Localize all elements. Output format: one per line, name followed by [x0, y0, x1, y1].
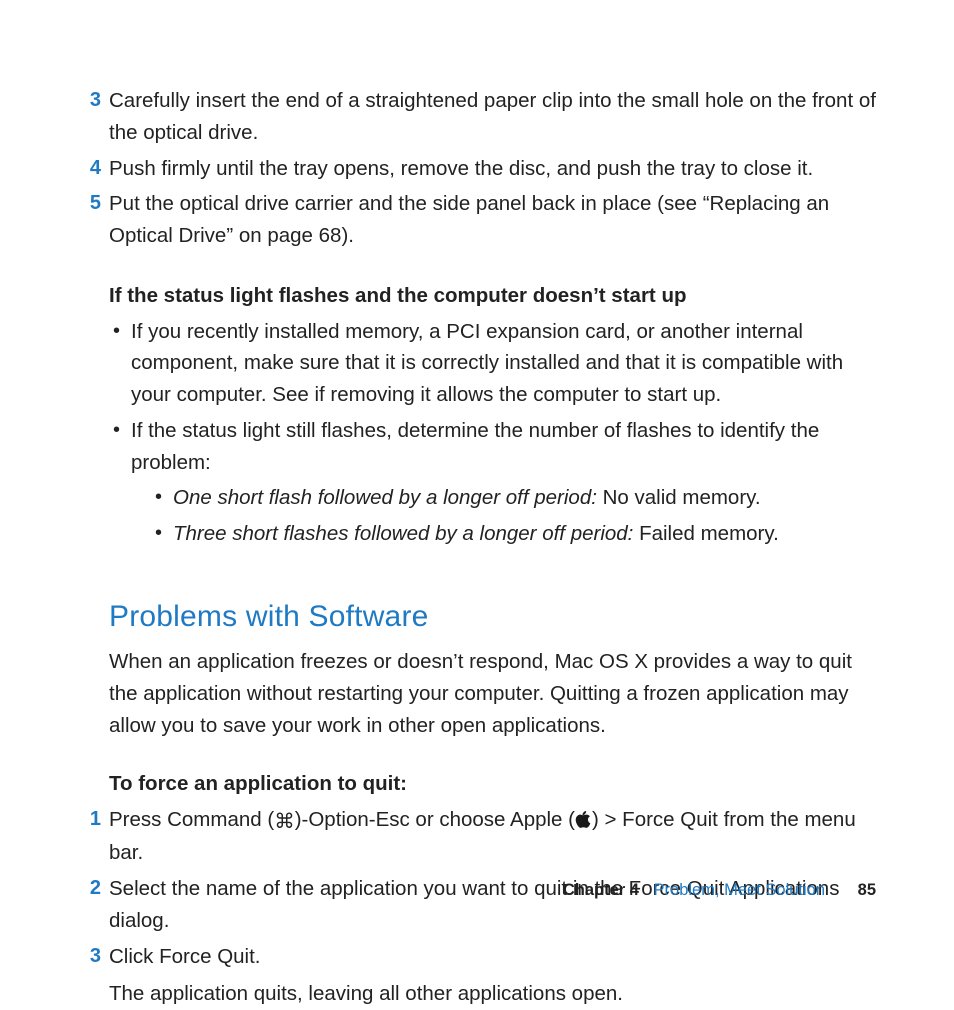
status-bullet-1: If you recently installed memory, a PCI …	[109, 316, 886, 411]
flash-pattern-1: One short flash followed by a longer off…	[153, 482, 886, 514]
flash-pattern-desc: No valid memory.	[597, 486, 761, 509]
force-quit-step-3: 3 Click Force Quit.	[109, 941, 886, 973]
chapter-label: Chapter 4	[563, 881, 639, 899]
closing-paragraph: The application quits, leaving all other…	[109, 978, 886, 1010]
numbered-steps-top: 3 Carefully insert the end of a straight…	[109, 85, 886, 252]
force-quit-step-1: 1 Press Command (⌘)-Option-Esc or choose…	[109, 804, 886, 870]
bullet-text: If the status light still flashes, deter…	[131, 419, 819, 474]
page-footer: Chapter 4 Problem, Meet Solution 85	[563, 881, 876, 900]
step-text: Push firmly until the tray opens, remove…	[109, 157, 813, 180]
command-key-icon: ⌘	[274, 806, 295, 838]
section-intro: When an application freezes or doesn’t r…	[109, 646, 886, 741]
flash-pattern-list: One short flash followed by a longer off…	[131, 482, 886, 550]
step-text: Put the optical drive carrier and the si…	[109, 192, 829, 247]
step-text-mid: )-Option-Esc or choose Apple (	[295, 808, 575, 831]
step-text-pre: Press Command (	[109, 808, 274, 831]
flash-pattern-desc: Failed memory.	[633, 522, 778, 545]
flash-pattern-em: Three short flashes followed by a longer…	[173, 522, 633, 545]
apple-logo-icon	[575, 808, 592, 831]
flash-pattern-2: Three short flashes followed by a longer…	[153, 518, 886, 550]
page-number: 85	[858, 881, 876, 899]
step-text: Carefully insert the end of a straighten…	[109, 89, 876, 144]
document-page: 3 Carefully insert the end of a straight…	[0, 0, 954, 954]
status-light-heading: If the status light flashes and the comp…	[109, 280, 886, 312]
step-5: 5 Put the optical drive carrier and the …	[109, 188, 886, 252]
step-number: 2	[79, 873, 101, 904]
step-4: 4 Push firmly until the tray opens, remo…	[109, 153, 886, 185]
step-number: 3	[79, 941, 101, 972]
page-content: 3 Carefully insert the end of a straight…	[109, 85, 886, 1010]
step-number: 4	[79, 153, 101, 184]
bullet-text: If you recently installed memory, a PCI …	[131, 320, 843, 407]
step-3: 3 Carefully insert the end of a straight…	[109, 85, 886, 149]
flash-pattern-em: One short flash followed by a longer off…	[173, 486, 597, 509]
status-bullets: If you recently installed memory, a PCI …	[109, 316, 886, 550]
step-number: 5	[79, 188, 101, 219]
status-bullet-2: If the status light still flashes, deter…	[109, 415, 886, 550]
force-quit-heading: To force an application to quit:	[109, 768, 886, 800]
section-title-problems-software: Problems with Software	[109, 594, 886, 641]
step-text: Click Force Quit.	[109, 945, 261, 968]
step-number: 3	[79, 85, 101, 116]
step-number: 1	[79, 804, 101, 835]
chapter-title: Problem, Meet Solution	[654, 881, 826, 899]
